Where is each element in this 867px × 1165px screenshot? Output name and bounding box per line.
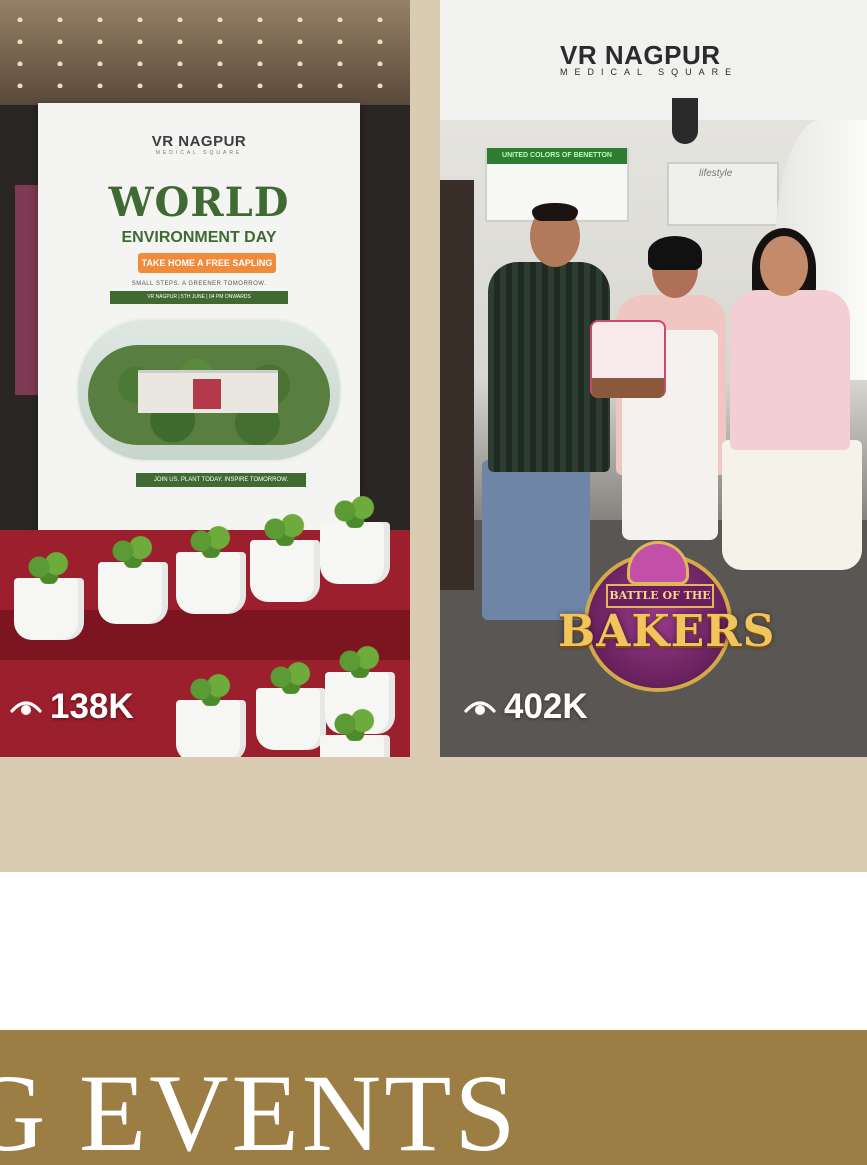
poster-subtitle: ENVIRONMENT DAY xyxy=(121,229,277,246)
security-camera xyxy=(672,98,698,144)
sapling-pot xyxy=(320,707,390,757)
event-stall xyxy=(440,180,474,590)
sapling-pot xyxy=(320,494,390,584)
poster-join-bar: JOIN US. PLANT TODAY. INSPIRE TOMORROW. xyxy=(136,473,306,487)
sapling-pot xyxy=(256,660,326,750)
view-count: 138K xyxy=(10,687,134,727)
reel-card-environment-day[interactable]: VR NAGPUR MEDICAL SQUARE WORLD ENVIRONME… xyxy=(0,0,410,757)
person-2-hair xyxy=(648,236,702,270)
chef-hat-icon xyxy=(630,544,686,582)
eye-icon xyxy=(10,697,42,717)
store-sign: UNITED COLORS OF BENETTON xyxy=(487,148,627,164)
event-badge: BATTLE OF THE BAKERS xyxy=(558,544,776,696)
eye-icon xyxy=(464,697,496,717)
poster-logo: VR NAGPUR MEDICAL SQUARE xyxy=(151,133,247,156)
person-3-head xyxy=(760,236,808,296)
view-count-value: 138K xyxy=(50,687,134,726)
poster-pill: TAKE HOME A FREE SAPLING xyxy=(138,253,276,273)
section-title: G EVENTS xyxy=(0,1052,519,1165)
badge-ribbon: BATTLE OF THE xyxy=(606,584,714,608)
poster-info-bar: VR NAGPUR | 5TH JUNE | 04 PM ONWARDS xyxy=(110,291,288,304)
building-illustration xyxy=(138,370,278,413)
sapling-pot xyxy=(250,512,320,602)
sapling-pot xyxy=(176,672,246,757)
gift-hamper xyxy=(590,320,666,398)
event-poster: VR NAGPUR MEDICAL SQUARE WORLD ENVIRONME… xyxy=(38,103,360,561)
sapling-pot xyxy=(14,550,84,640)
reel-card-battle-of-bakers[interactable]: VR NAGPUR MEDICAL SQUARE UNITED COLORS O… xyxy=(440,0,867,757)
mall-logo: VR NAGPUR MEDICAL SQUARE xyxy=(560,40,739,77)
sapling-pot xyxy=(176,524,246,614)
store-sign: lifestyle xyxy=(699,168,733,179)
badge-title: BAKERS xyxy=(558,606,776,657)
storefront: lifestyle xyxy=(667,162,779,226)
view-count-value: 402K xyxy=(504,687,588,726)
capsule-illustration xyxy=(76,318,342,462)
person-3 xyxy=(730,290,850,450)
poster-tagline: SMALL STEPS. A GREENER TOMORROW. xyxy=(131,281,267,287)
ceiling-lights xyxy=(0,0,410,110)
view-count: 402K xyxy=(464,687,588,727)
section-banner: G EVENTS xyxy=(0,1030,867,1165)
sapling-pot xyxy=(98,534,168,624)
poster-title: WORLD xyxy=(108,179,290,226)
person-1-hair xyxy=(532,203,578,221)
